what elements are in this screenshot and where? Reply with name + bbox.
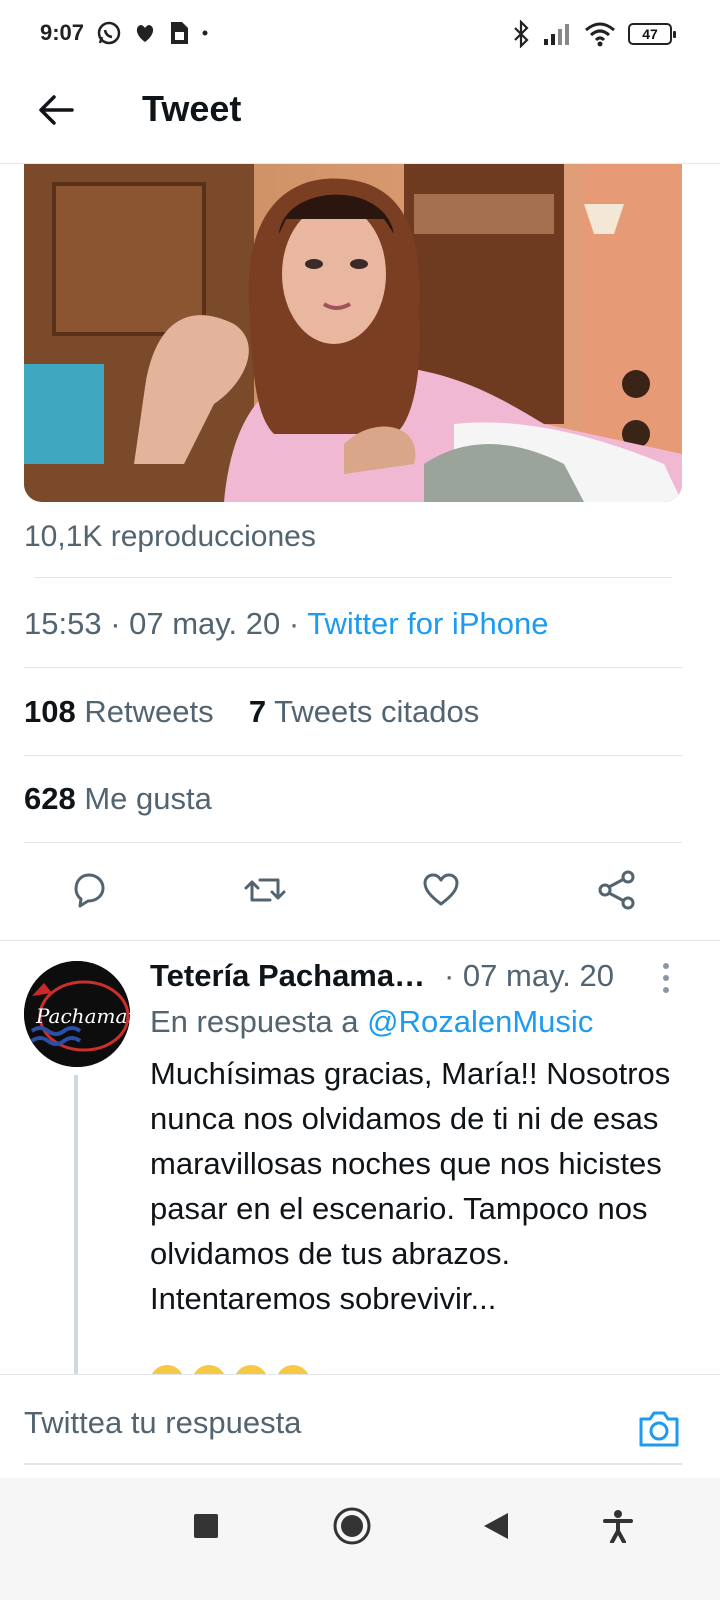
thread-line <box>74 1075 78 1374</box>
signal-icon <box>544 24 569 45</box>
like-icon <box>423 873 459 906</box>
share-button[interactable] <box>592 865 642 915</box>
retweets-count: 108 <box>24 694 76 729</box>
arrow-left-icon[interactable] <box>34 88 78 132</box>
system-nav-bar <box>0 1478 720 1600</box>
view-count: 10,1K reproducciones <box>24 520 316 553</box>
divider <box>24 755 682 756</box>
avatar-logo-text: Pachamama <box>35 1004 130 1028</box>
retweet-stats: 108 Retweets 7 Tweets citados <box>24 694 479 730</box>
reply-input[interactable]: Twittea tu respuesta <box>24 1405 301 1441</box>
more-options-icon[interactable] <box>654 961 678 995</box>
retweets-stat[interactable]: 108 Retweets <box>24 694 214 729</box>
tweet-actions <box>0 845 720 935</box>
reply-author-name[interactable]: Tetería Pachamama <box>150 958 432 994</box>
reply-button[interactable] <box>63 865 113 915</box>
tweet-time: 15:53 <box>24 606 102 641</box>
circle-icon <box>333 1507 371 1545</box>
sim-icon <box>171 22 188 44</box>
status-time: 9:07 <box>40 20 85 45</box>
avatar[interactable]: Pachamama <box>24 961 130 1067</box>
back-button[interactable] <box>474 1504 518 1548</box>
like-button[interactable] <box>416 865 466 915</box>
emoji <box>150 1365 184 1374</box>
reply-text: Muchísimas gracias, María!! Nosotros nun… <box>150 1056 671 1316</box>
emoji <box>234 1365 268 1374</box>
divider <box>24 667 682 668</box>
bluetooth-icon <box>514 20 529 48</box>
retweet-button[interactable] <box>240 865 290 915</box>
page-title: Tweet <box>142 88 242 129</box>
reply-date: · 07 may. 20 <box>444 958 615 993</box>
likes-label: Me gusta <box>84 781 212 816</box>
reply-to-label: En respuesta a <box>150 1004 359 1039</box>
status-bar: 9:07 47 <box>0 0 720 70</box>
likes-stat[interactable]: 628 Me gusta <box>24 781 212 817</box>
quotes-count: 7 <box>248 694 267 729</box>
recents-button[interactable] <box>184 1504 228 1548</box>
camera-icon[interactable] <box>636 1405 682 1451</box>
tweet-video[interactable] <box>24 164 682 502</box>
reply-icon <box>74 873 105 908</box>
home-button[interactable] <box>330 1504 374 1548</box>
retweet-icon <box>244 878 286 902</box>
share-icon <box>598 870 635 910</box>
app-icon <box>136 25 154 42</box>
reply-to: En respuesta a @RozalenMusic <box>150 1004 593 1040</box>
reply-to-handle[interactable]: @RozalenMusic <box>367 1004 593 1039</box>
emoji <box>276 1365 310 1374</box>
dot-icon <box>202 30 208 36</box>
wifi-icon <box>585 22 615 47</box>
emoji <box>192 1365 226 1374</box>
quotes-stat[interactable]: 7 Tweets citados <box>249 694 479 729</box>
quotes-label: Tweets citados <box>274 694 480 729</box>
video-frame <box>24 164 682 502</box>
accessibility-button[interactable] <box>596 1504 640 1548</box>
input-underline <box>24 1463 682 1465</box>
reply-composer: Twittea tu respuesta <box>0 1374 720 1478</box>
tweet-source-link[interactable]: Twitter for iPhone <box>307 606 548 641</box>
tweet-meta: 15:53 · 07 may. 20 · Twitter for iPhone <box>24 606 549 641</box>
top-app-bar: Tweet <box>0 70 720 164</box>
reply-tweet[interactable]: Pachamama Tetería Pachamama · 07 may. 20… <box>0 940 720 1374</box>
emoji-row <box>150 1365 310 1374</box>
divider <box>24 842 682 843</box>
retweets-label: Retweets <box>84 694 214 729</box>
tweet-date: 07 may. 20 <box>129 606 281 641</box>
likes-count: 628 <box>24 781 76 816</box>
whatsapp-icon <box>97 21 121 45</box>
square-icon <box>194 1514 218 1538</box>
battery-icon: 47 <box>628 23 676 45</box>
accessibility-icon <box>603 1510 633 1543</box>
divider <box>34 577 672 578</box>
triangle-back-icon <box>484 1513 508 1539</box>
